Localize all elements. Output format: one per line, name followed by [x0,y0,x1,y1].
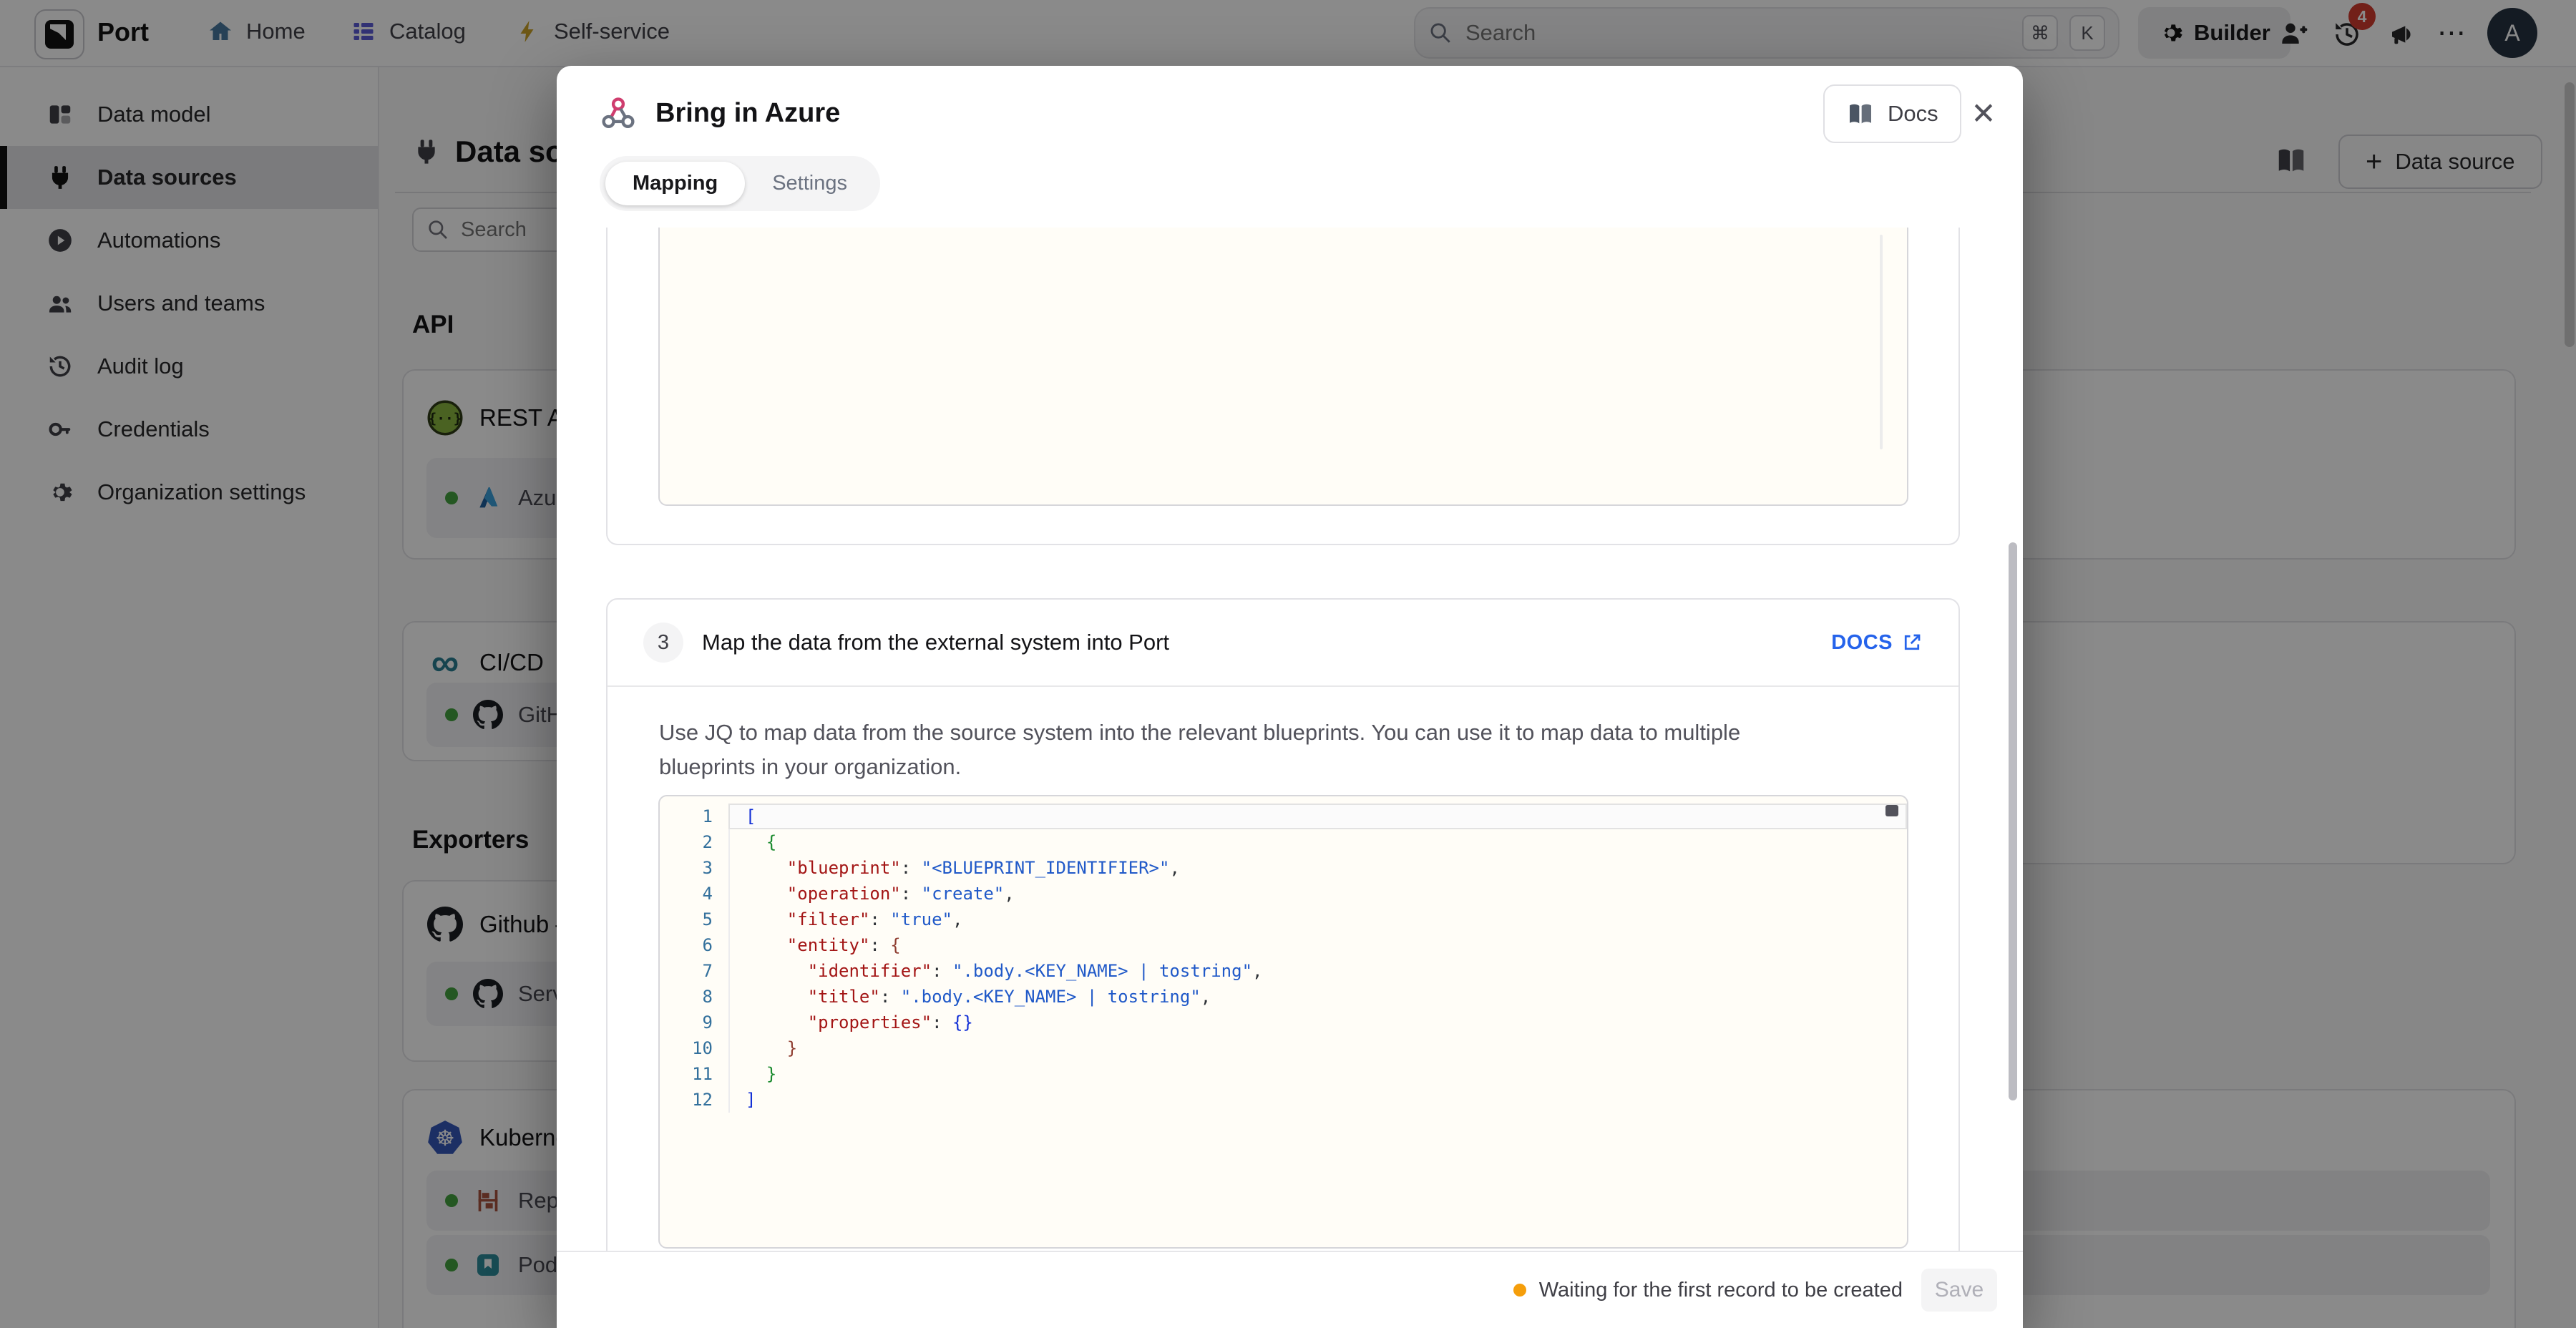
modal-scrollbar-thumb[interactable] [2009,542,2017,1100]
step3-header: 3 Map the data from the external system … [608,600,1958,687]
close-icon[interactable]: ✕ [1965,94,2002,132]
external-link-icon [1901,632,1923,653]
page-scrollbar[interactable] [2565,82,2575,347]
step-title: Map the data from the external system in… [702,630,1813,655]
line-number: 8 [660,987,728,1007]
code-line-3: 3"blueprint": "<BLUEPRINT_IDENTIFIER>", [660,855,1907,881]
line-number: 3 [660,858,728,878]
code-line-4: 4"operation": "create", [660,881,1907,907]
code-line-2: 2{ [660,829,1907,855]
code-line-7: 7"identifier": ".body.<KEY_NAME> | tostr… [660,958,1907,984]
modal-tabs: Mapping Settings [600,156,880,211]
step2-card-fragment [606,228,1960,545]
app-screen: Port Home Catalog Self-service ⌘ K [0,0,2576,1328]
tab-mapping[interactable]: Mapping [605,162,745,205]
bring-in-azure-modal: Bring in Azure Docs ✕ Mapping Settings [557,66,2023,1328]
code-line-12: 12] [660,1087,1907,1113]
docs-button[interactable]: Docs [1823,84,1961,143]
code-lines: 1[2{3"blueprint": "<BLUEPRINT_IDENTIFIER… [660,804,1907,1113]
tab-settings[interactable]: Settings [745,162,874,205]
editor-scrollbar-track[interactable] [1880,235,1883,449]
jq-mapping-editor[interactable]: 1[2{3"blueprint": "<BLUEPRINT_IDENTIFIER… [658,795,1908,1249]
step-docs-link[interactable]: DOCS [1831,631,1923,655]
code-line-8: 8"title": ".body.<KEY_NAME> | tostring", [660,984,1907,1010]
line-number: 4 [660,884,728,904]
line-number: 9 [660,1012,728,1032]
step3-card: 3 Map the data from the external system … [606,598,1960,1251]
line-number: 5 [660,909,728,929]
save-button[interactable]: Save [1921,1269,1997,1312]
line-number: 1 [660,806,728,826]
step-number-badge: 3 [643,622,683,663]
line-number: 10 [660,1038,728,1058]
modal-footer: Waiting for the first record to be creat… [557,1251,2023,1328]
line-number: 2 [660,832,728,852]
modal-scroll-area[interactable]: 3 Map the data from the external system … [557,228,2023,1251]
editor-scrollbar-thumb[interactable] [1885,805,1898,816]
code-line-5: 5"filter": "true", [660,907,1907,932]
line-number: 12 [660,1090,728,1110]
line-number: 6 [660,935,728,955]
code-line-1: 1[ [660,804,1907,829]
modal-title: Bring in Azure [655,98,840,129]
code-editor-upper[interactable] [658,228,1908,506]
webhook-icon [600,94,637,132]
waiting-status-dot [1513,1284,1526,1297]
code-line-6: 6"entity": { [660,932,1907,958]
code-line-10: 10} [660,1035,1907,1061]
code-line-9: 9"properties": {} [660,1010,1907,1035]
book-icon [1846,99,1875,128]
line-number: 11 [660,1064,728,1084]
modal-header: Bring in Azure [600,94,840,132]
footer-status: Waiting for the first record to be creat… [1513,1279,1903,1302]
line-number: 7 [660,961,728,981]
step-description: Use JQ to map data from the source syste… [608,687,1824,784]
code-line-11: 11} [660,1061,1907,1087]
